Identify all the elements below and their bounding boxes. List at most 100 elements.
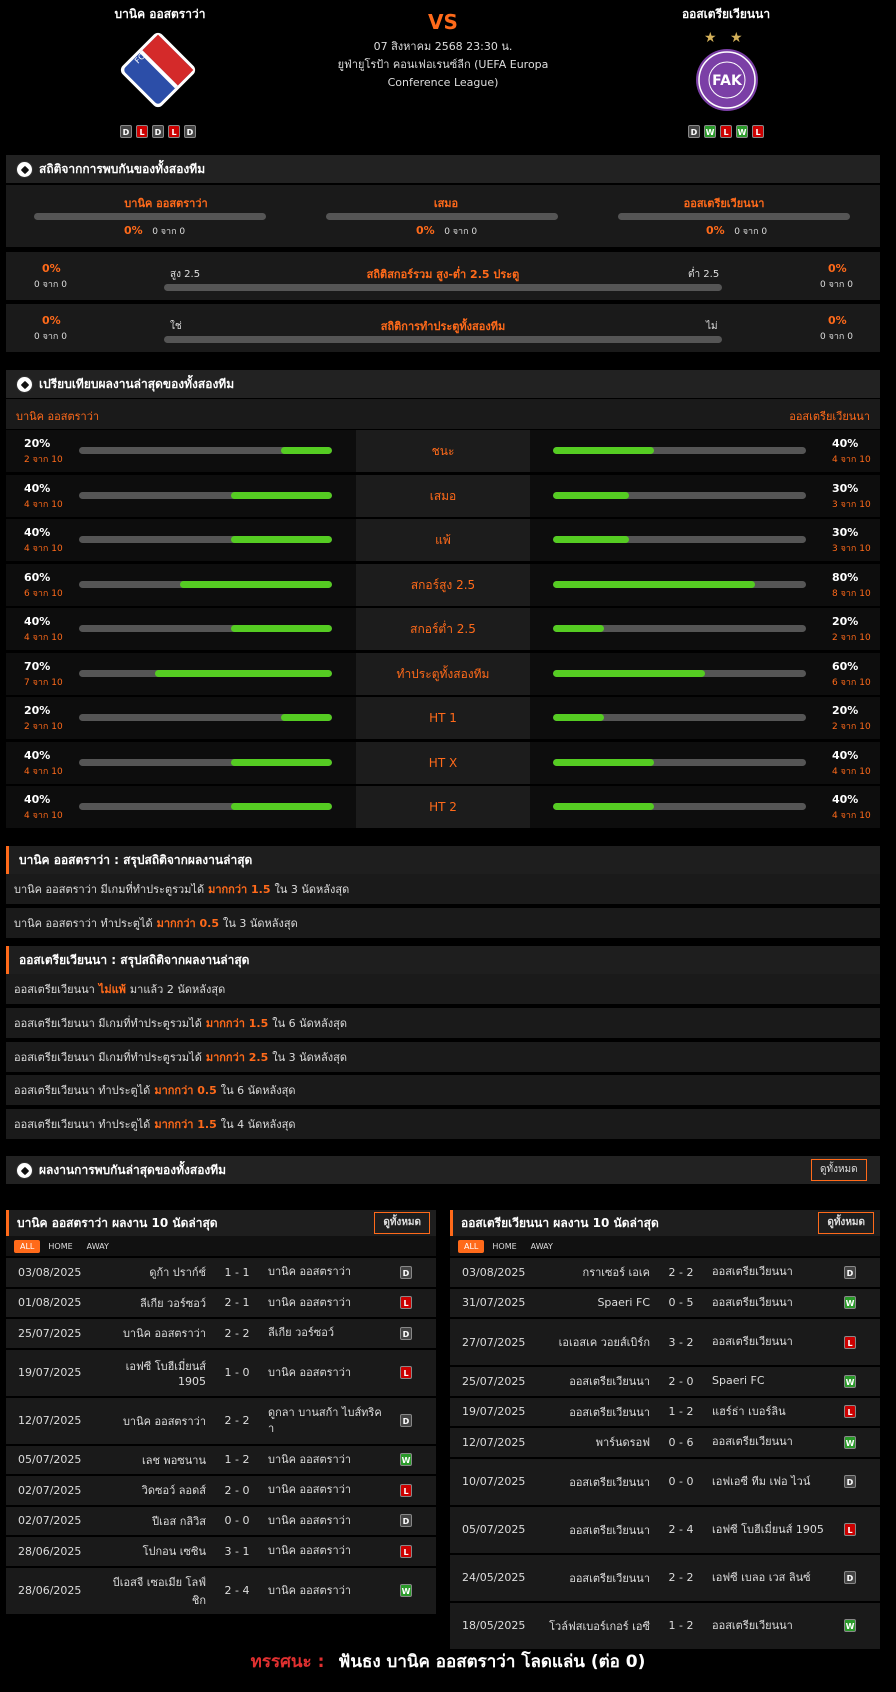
match-row[interactable]: 31/07/2025 Spaeri FC 0 - 5 ออสเตรียเวียนนา W (450, 1288, 880, 1317)
btts-left-pct: 0% (42, 314, 61, 327)
match-away-team[interactable]: ออสเตรียเวียนนา (712, 1434, 830, 1450)
match-home-team[interactable]: ออสเตรียเวียนนา (540, 1521, 650, 1539)
match-away-team[interactable]: ออสเตรียเวียนนา (712, 1618, 830, 1634)
match-home-team[interactable]: ออสเตรียเวียนนา (540, 1372, 650, 1390)
form-badge: D (152, 125, 164, 138)
match-home-team[interactable]: บานิค ออสตราว่า (96, 1412, 206, 1430)
away-last-view-all-button[interactable]: ดูทั้งหมด (818, 1212, 874, 1234)
match-row[interactable]: 03/08/2025 ดูก้า ปราก์ช์ 1 - 1 บานิค ออสตรา… (6, 1258, 436, 1287)
match-away-team[interactable]: บานิค ออสตราว่า (268, 1482, 386, 1498)
summary-row: บานิค ออสตราว่า ทำประตูได้ มากกว่า 0.5 ใน … (6, 907, 880, 938)
match-info: 07 สิงหาคม 2568 23:30 น. ยูฟ่ายูโรป้า คอ… (320, 38, 566, 92)
match-home-team[interactable]: ออสเตรียเวียนนา (540, 1403, 650, 1421)
match-away-team[interactable]: แฮร์ธ่า เบอร์ลิน (712, 1404, 830, 1420)
compare-away-count: 2 จาก 10 (832, 633, 871, 643)
match-away-team[interactable]: บานิค ออสตราว่า (268, 1543, 386, 1559)
h2h-away-pct: 0% (706, 224, 725, 237)
match-row[interactable]: 25/07/2025 บานิค ออสตราว่า 2 - 2 ลีเกีย วอร… (6, 1319, 436, 1348)
tab-home[interactable]: HOME (42, 1240, 78, 1253)
match-row[interactable]: 03/08/2025 กราเซอร์ เอเค 2 - 2 ออสเตรียเวีย… (450, 1258, 880, 1287)
result-badge: D (844, 1571, 856, 1584)
away-team-name[interactable]: ออสเตรียเวียนนา (606, 5, 846, 24)
match-home-team[interactable]: วิดซอว์ ลอดส์ (96, 1481, 206, 1499)
ou-left-pct: 0% (42, 262, 61, 275)
match-home-team[interactable]: กราเซอร์ เอเค (540, 1263, 650, 1281)
match-away-team[interactable]: เอฟเอซี ทีม เฟอ ไวน์ (712, 1474, 830, 1490)
match-away-team[interactable]: เอฟซี เบลอ เวส ลินซ์ (712, 1570, 830, 1586)
home-team-logo[interactable]: FC (110, 26, 206, 114)
compare-home-bar (79, 536, 332, 543)
tab-away[interactable]: AWAY (525, 1240, 559, 1253)
result-badge: W (844, 1374, 856, 1388)
match-home-team[interactable]: เอฟซี โบฮีเมี่ยนส์ 1905 (96, 1357, 206, 1388)
match-home-team[interactable]: เอเอสเค วอยส์เบิร์ก (540, 1333, 650, 1351)
h2h-view-all-button[interactable]: ดูทั้งหมด (811, 1159, 867, 1181)
match-row[interactable]: 12/07/2025 บานิค ออสตราว่า 2 - 2 ดูกลา บานส… (6, 1397, 436, 1444)
tab-all[interactable]: ALL (14, 1239, 41, 1253)
match-away-team[interactable]: ออสเตรียเวียนนา (712, 1295, 830, 1311)
match-away-team[interactable]: บานิค ออสตราว่า (268, 1583, 386, 1599)
result-badge: W (400, 1584, 412, 1597)
match-home-team[interactable]: พาร์นดรอฟ (540, 1433, 650, 1451)
h2h-away-label: ออสเตรียเวียนนา (683, 197, 765, 210)
compare-away-count: 3 จาก 10 (832, 544, 871, 554)
match-row[interactable]: 18/05/2025 โวล์ฟสเบอร์เกอร์ เอซี 1 - 2 ออสเ… (450, 1602, 880, 1649)
match-row[interactable]: 25/07/2025 ออสเตรียเวียนนา 2 - 0 Spaeri FC W (450, 1367, 880, 1396)
match-home-team[interactable]: ออสเตรียเวียนนา (540, 1473, 650, 1491)
match-row[interactable]: 27/07/2025 เอเอสเค วอยส์เบิร์ก 3 - 2 ออสเตร… (450, 1319, 880, 1365)
compare-home-fill (230, 491, 332, 499)
match-row[interactable]: 24/05/2025 ออสเตรียเวียนนา 2 - 2 เอฟซี เบลอ… (450, 1554, 880, 1601)
match-away-team[interactable]: ออสเตรียเวียนนา (712, 1264, 830, 1280)
h2h-away-bar (618, 213, 850, 220)
match-result: W (830, 1619, 870, 1632)
match-home-team[interactable]: บีเอสจี เซอเมีย โลฟ์ ชิก (96, 1573, 206, 1609)
match-away-team[interactable]: เอฟซี โบฮีเมี่ยนส์ 1905 (712, 1522, 830, 1538)
match-row[interactable]: 28/06/2025 บีเอสจี เซอเมีย โลฟ์ ชิก 2 - 4 บ… (6, 1567, 436, 1614)
ou-right-count: 0 จาก 0 (820, 280, 853, 290)
h2h-home-bar (34, 213, 266, 220)
compare-away-bar (553, 803, 806, 810)
tab-all[interactable]: ALL (458, 1239, 485, 1253)
match-row[interactable]: 19/07/2025 เอฟซี โบฮีเมี่ยนส์ 1905 1 - 0 บา… (6, 1349, 436, 1396)
match-row[interactable]: 02/07/2025 วิดซอว์ ลอดส์ 2 - 0 บานิค ออสตรา… (6, 1476, 436, 1505)
match-home-team[interactable]: ลีเกีย วอร์ซอว์ (96, 1294, 206, 1312)
compare-home-fill (180, 580, 332, 588)
tab-away[interactable]: AWAY (81, 1240, 115, 1253)
match-home-team[interactable]: โวล์ฟสเบอร์เกอร์ เอซี (540, 1617, 650, 1635)
match-away-team[interactable]: บานิค ออสตราว่า (268, 1264, 386, 1280)
match-row[interactable]: 05/07/2025 เลช พอซนาน 1 - 2 บานิค ออสตราว่า… (6, 1445, 436, 1474)
compare-away-fill (553, 803, 655, 810)
h2h-draw-pct: 0% (416, 224, 435, 237)
ou-title: สถิติสกอร์รวม สูง-ต่ำ 2.5 ประตู (366, 268, 520, 281)
match-home-team[interactable]: เลช พอซนาน (96, 1451, 206, 1469)
match-row[interactable]: 02/07/2025 ปีเอส กลิวิส 0 - 0 บานิค ออสตราว… (6, 1506, 436, 1535)
match-away-team[interactable]: บานิค ออสตราว่า (268, 1513, 386, 1529)
match-row[interactable]: 12/07/2025 พาร์นดรอฟ 0 - 6 ออสเตรียเวียนนา W (450, 1428, 880, 1457)
match-home-team[interactable]: บานิค ออสตราว่า (96, 1324, 206, 1342)
match-away-team[interactable]: ดูกลา บานสก้า ไบส์ทริคา (268, 1405, 386, 1437)
match-row[interactable]: 01/08/2025 ลีเกีย วอร์ซอว์ 2 - 1 บานิค ออสต… (6, 1288, 436, 1317)
match-result: L (830, 1523, 870, 1536)
match-away-team[interactable]: ออสเตรียเวียนนา (712, 1334, 830, 1350)
match-home-team[interactable]: ดูก้า ปราก์ช์ (96, 1263, 206, 1281)
match-away-team[interactable]: บานิค ออสตราว่า (268, 1365, 386, 1381)
match-away-team[interactable]: ลีเกีย วอร์ซอว์ (268, 1325, 386, 1341)
match-away-team[interactable]: บานิค ออสตราว่า (268, 1452, 386, 1468)
match-row[interactable]: 10/07/2025 ออสเตรียเวียนนา 0 - 0 เอฟเอซี ที… (450, 1458, 880, 1505)
match-home-team[interactable]: โปกอน เซซิน (96, 1542, 206, 1560)
summary-suffix: มาแล้ว 2 นัดหลังสุด (129, 983, 226, 996)
match-home-team[interactable]: Spaeri FC (540, 1296, 650, 1309)
match-row[interactable]: 28/06/2025 โปกอน เซซิน 3 - 1 บานิค ออสตราว่… (6, 1537, 436, 1566)
match-away-team[interactable]: บานิค ออสตราว่า (268, 1295, 386, 1311)
home-team-name[interactable]: บานิค ออสตราว่า (40, 5, 280, 24)
match-home-team[interactable]: ปีเอส กลิวิส (96, 1512, 206, 1530)
match-row[interactable]: 19/07/2025 ออสเตรียเวียนนา 1 - 2 แฮร์ธ่า เบ… (450, 1397, 880, 1426)
match-home-team[interactable]: ออสเตรียเวียนนา (540, 1569, 650, 1587)
home-summary-header: บานิค ออสตราว่า : สรุปสถิติจากผลงานล่าสุ… (6, 846, 880, 874)
away-team-logo[interactable]: ★ ★ FAK (690, 28, 770, 114)
tab-home[interactable]: HOME (486, 1240, 522, 1253)
match-row[interactable]: 05/07/2025 ออสเตรียเวียนนา 2 - 4 เอฟซี โบฮี… (450, 1506, 880, 1553)
match-away-team[interactable]: Spaeri FC (712, 1373, 830, 1389)
home-last-view-all-button[interactable]: ดูทั้งหมด (374, 1212, 430, 1234)
vs-label: VS (428, 10, 458, 34)
